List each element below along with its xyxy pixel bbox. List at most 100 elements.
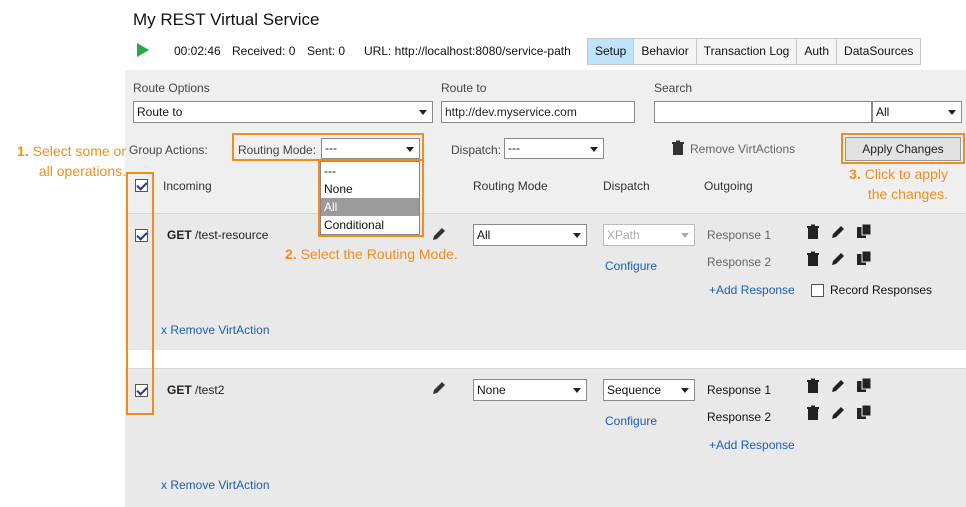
trash-icon[interactable]	[805, 378, 821, 394]
col-outgoing: Outgoing	[704, 179, 753, 193]
operation-path: /test-resource	[195, 228, 269, 242]
annotation-2-number: 2.	[285, 246, 297, 262]
record-responses-label: Record Responses	[830, 283, 933, 297]
tab-setup[interactable]: Setup	[588, 39, 635, 64]
annotation-1-text-line2: all operations.	[38, 163, 126, 179]
dispatch-value: XPath	[607, 228, 640, 242]
trash-icon[interactable]	[805, 251, 821, 267]
tab-bar: Setup Behavior Transaction Log Auth Data…	[587, 38, 922, 65]
copy-icon[interactable]	[856, 404, 872, 420]
chevron-down-icon	[948, 110, 956, 115]
routing-mode-value: ---	[325, 141, 337, 155]
annotation-2-text: Select the Routing Mode.	[300, 246, 458, 262]
remove-virtactions-button[interactable]: Remove VirtActions	[690, 142, 795, 156]
sent-count: Sent: 0	[307, 44, 346, 58]
tab-auth[interactable]: Auth	[797, 39, 838, 64]
play-icon[interactable]	[137, 43, 149, 57]
pencil-icon[interactable]	[830, 405, 846, 421]
response-item[interactable]: Response 1	[707, 228, 771, 242]
add-response-link[interactable]: +Add Response	[709, 283, 795, 297]
pencil-icon[interactable]	[830, 224, 846, 240]
routing-mode-select[interactable]: All	[473, 224, 587, 246]
service-url: URL: http://localhost:8080/service-path	[364, 44, 571, 58]
routing-mode-select[interactable]: None	[473, 379, 587, 401]
chevron-down-icon	[590, 147, 598, 152]
dropdown-option[interactable]: Conditional	[321, 216, 419, 234]
search-input[interactable]	[654, 101, 872, 123]
col-dispatch: Dispatch	[603, 179, 650, 193]
route-to-input[interactable]: http://dev.myservice.com	[441, 101, 635, 123]
tab-behavior[interactable]: Behavior	[634, 39, 697, 64]
dropdown-option-selected[interactable]: All	[321, 198, 419, 216]
remove-virtaction-link[interactable]: x Remove VirtAction	[161, 478, 270, 492]
routing-mode-value: None	[477, 383, 506, 397]
chevron-down-icon	[406, 147, 414, 152]
search-label: Search	[654, 81, 693, 95]
response-item[interactable]: Response 2	[707, 255, 771, 269]
chevron-down-icon	[681, 233, 689, 238]
add-response-link[interactable]: +Add Response	[709, 438, 795, 452]
trash-icon[interactable]	[805, 405, 821, 421]
dispatch-select[interactable]: Sequence	[603, 379, 695, 401]
operation-title: GET /test2	[167, 383, 224, 397]
copy-icon[interactable]	[856, 223, 872, 239]
dispatch-select[interactable]: XPath	[603, 224, 695, 246]
received-count: Received: 0	[232, 44, 296, 58]
response-item[interactable]: Response 2	[707, 410, 771, 424]
tab-transaction-log[interactable]: Transaction Log	[697, 39, 798, 64]
annotation-1-number: 1.	[17, 143, 29, 159]
apply-changes-button[interactable]: Apply Changes	[845, 137, 961, 161]
dispatch-select[interactable]: ---	[504, 138, 604, 159]
remove-virtaction-link[interactable]: x Remove VirtAction	[161, 323, 270, 337]
operation-path: /test2	[195, 383, 225, 397]
copy-icon[interactable]	[856, 250, 872, 266]
dropdown-option[interactable]: None	[321, 180, 419, 198]
annotation-3: 3. Click to apply the changes.	[820, 164, 948, 204]
routing-mode-dropdown: --- None All Conditional	[320, 161, 420, 235]
operation-title: GET /test-resource	[167, 228, 268, 242]
route-options-select[interactable]: Route to	[133, 101, 433, 123]
search-scope-select[interactable]: All	[872, 101, 962, 123]
pencil-icon[interactable]	[431, 380, 447, 396]
annotation-1-text: Select some or	[32, 143, 126, 159]
search-scope-value: All	[876, 105, 890, 119]
configure-link[interactable]: Configure	[605, 259, 657, 273]
chevron-down-icon	[419, 110, 427, 115]
annotation-3-text: Click to apply	[864, 166, 948, 182]
record-responses-checkbox[interactable]	[811, 284, 824, 297]
routing-mode-label: Routing Mode:	[238, 143, 317, 157]
annotation-3-text-line2: the changes.	[867, 186, 948, 202]
dispatch-value: Sequence	[607, 383, 662, 397]
trash-icon[interactable]	[805, 224, 821, 240]
annotation-3-number: 3.	[849, 166, 861, 182]
chevron-down-icon	[573, 233, 581, 238]
row-separator	[125, 350, 966, 368]
route-to-label: Route to	[441, 81, 487, 95]
group-actions-label: Group Actions:	[129, 143, 208, 157]
copy-icon[interactable]	[856, 377, 872, 393]
annotation-1: 1. Select some or all operations.	[8, 141, 126, 181]
configure-link[interactable]: Configure	[605, 414, 657, 428]
routing-mode-select[interactable]: ---	[321, 138, 420, 159]
col-incoming: Incoming	[163, 179, 212, 193]
operation-method: GET	[167, 228, 192, 242]
checkbox-column-highlight	[126, 172, 154, 415]
tab-datasources[interactable]: DataSources	[837, 39, 920, 64]
annotation-2: 2. Select the Routing Mode.	[285, 244, 458, 264]
dispatch-value: ---	[508, 141, 520, 155]
pencil-icon[interactable]	[431, 226, 447, 242]
route-options-label: Route Options	[133, 81, 210, 95]
trash-icon[interactable]	[670, 140, 686, 156]
pencil-icon[interactable]	[830, 378, 846, 394]
window-title: My REST Virtual Service	[133, 10, 320, 29]
pencil-icon[interactable]	[830, 251, 846, 267]
operation-method: GET	[167, 383, 192, 397]
routing-mode-value: All	[477, 228, 491, 242]
dropdown-option[interactable]: ---	[321, 162, 419, 180]
chevron-down-icon	[681, 388, 689, 393]
route-options-value: Route to	[137, 105, 183, 119]
response-item[interactable]: Response 1	[707, 383, 771, 397]
dispatch-label: Dispatch:	[451, 143, 502, 157]
col-routing-mode: Routing Mode	[473, 179, 548, 193]
chevron-down-icon	[573, 388, 581, 393]
